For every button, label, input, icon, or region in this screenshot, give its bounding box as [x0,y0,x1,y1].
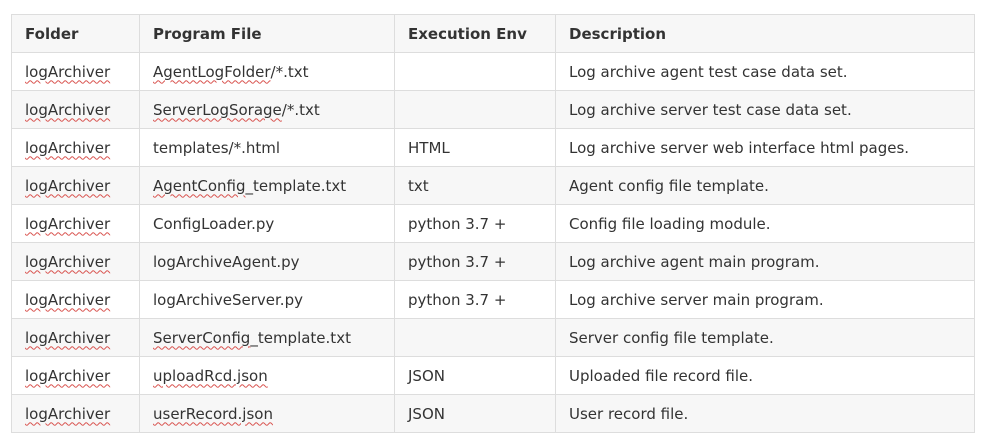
cell-program-file: ConfigLoader.py [139,204,395,243]
table-row: logArchiver logArchiveServer.py python 3.7… [11,280,975,319]
cell-program-file: ServerLogSorage/*.txt [139,90,395,129]
cell-description: Uploaded file record file. [555,356,975,395]
cell-program-file: uploadRcd.json [139,356,395,395]
table-row: logArchiver ServerConfig_template.txt Serv… [11,318,975,357]
folder-name: logArchiver [25,290,111,309]
header-folder: Folder [11,14,140,53]
table-header-row: Folder Program File Execution Env Descri… [11,14,975,53]
cell-execution-env: HTML [394,128,556,167]
table-row: logArchiver AgentConfig_template.txt txt Ag… [11,166,975,205]
cell-program-file: ServerConfig_template.txt [139,318,395,357]
cell-execution-env: python 3.7 + [394,280,556,319]
folder-name: logArchiver [25,404,111,423]
table-row: logArchiver uploadRcd.json JSON Uploaded fi… [11,356,975,395]
folder-name: logArchiver [25,252,111,271]
cell-execution-env [394,52,556,91]
program-file-suffix: _template.txt [250,328,351,347]
cell-execution-env: python 3.7 + [394,242,556,281]
folder-name: logArchiver [25,176,111,195]
cell-description: Log archive agent main program. [555,242,975,281]
cell-program-file: logArchiveServer.py [139,280,395,319]
folder-name: logArchiver [25,214,111,233]
cell-folder: logArchiver [11,318,140,357]
program-file-text: templates/*.html [153,138,281,157]
folder-name: logArchiver [25,100,111,119]
table-row: logArchiver templates/*.html HTML Log archi… [11,128,975,167]
cell-description: Config file loading module. [555,204,975,243]
table-row: logArchiver ServerLogSorage/*.txt Log arch… [11,90,975,129]
folder-name: logArchiver [25,366,111,385]
cell-description: Agent config file template. [555,166,975,205]
header-execution-env: Execution Env [394,14,556,53]
cell-folder: logArchiver [11,242,140,281]
program-file-suffix: /*.txt [270,62,309,81]
cell-folder: logArchiver [11,166,140,205]
program-file-text: ConfigLoader.py [153,214,275,233]
cell-folder: logArchiver [11,90,140,129]
folder-name: logArchiver [25,138,111,157]
cell-description: Log archive agent test case data set. [555,52,975,91]
file-table: Folder Program File Execution Env Descri… [11,14,975,433]
cell-execution-env [394,90,556,129]
folder-name: logArchiver [25,328,111,347]
table-row: logArchiver ConfigLoader.py python 3.7 + Co… [11,204,975,243]
cell-folder: logArchiver [11,394,140,433]
cell-execution-env: JSON [394,356,556,395]
folder-name: logArchiver [25,62,111,81]
table-row: logArchiver AgentLogFolder/*.txt Log archi… [11,52,975,91]
cell-program-file: templates/*.html [139,128,395,167]
cell-execution-env: JSON [394,394,556,433]
cell-folder: logArchiver [11,280,140,319]
table-body: logArchiver AgentLogFolder/*.txt Log archi… [11,52,975,433]
cell-folder: logArchiver [11,204,140,243]
program-file-flagged-text: userRecord.json [153,404,273,423]
cell-program-file: logArchiveAgent.py [139,242,395,281]
table-row: logArchiver userRecord.json JSON User recor… [11,394,975,433]
program-file-suffix: _template.txt [245,176,347,195]
program-file-flagged-text: uploadRcd.json [153,366,268,385]
cell-folder: logArchiver [11,52,140,91]
file-table-container: Folder Program File Execution Env Descri… [11,14,975,433]
cell-program-file: AgentLogFolder/*.txt [139,52,395,91]
cell-execution-env: txt [394,166,556,205]
cell-execution-env [394,318,556,357]
program-file-suffix: /*.txt [281,100,320,119]
cell-description: Log archive server test case data set. [555,90,975,129]
cell-folder: logArchiver [11,356,140,395]
cell-description: Log archive server web interface html pa… [555,128,975,167]
program-file-flagged-text: AgentConfig [153,176,246,195]
program-file-flagged-text: ServerLogSorage [153,100,282,119]
program-file-flagged-text: AgentLogFolder [153,62,271,81]
program-file-flagged-text: ServerConfig [153,328,251,347]
header-description: Description [555,14,975,53]
header-program-file: Program File [139,14,395,53]
cell-description: Log archive server main program. [555,280,975,319]
cell-description: Server config file template. [555,318,975,357]
program-file-text: logArchiveServer.py [153,290,303,309]
cell-description: User record file. [555,394,975,433]
cell-program-file: userRecord.json [139,394,395,433]
cell-folder: logArchiver [11,128,140,167]
cell-execution-env: python 3.7 + [394,204,556,243]
table-row: logArchiver logArchiveAgent.py python 3.7 … [11,242,975,281]
cell-program-file: AgentConfig_template.txt [139,166,395,205]
program-file-text: logArchiveAgent.py [153,252,300,271]
